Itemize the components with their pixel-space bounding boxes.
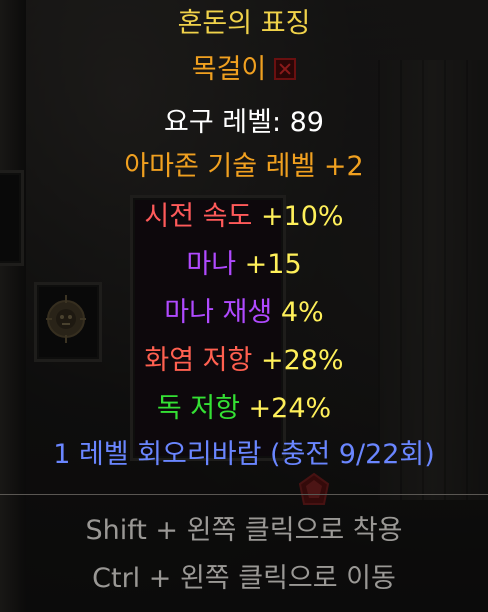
stat-label: 마나 재생 — [164, 297, 273, 328]
item-tooltip: 혼돈의 표징 목걸이 요구 레벨: 89 아마존 기술 레벨 +2 시전 속도 … — [0, 0, 488, 612]
close-icon — [274, 58, 297, 80]
stat-value: +28% — [260, 345, 344, 376]
stat-label: 화염 저항 — [144, 345, 253, 376]
stat-mana-regen: 마나 재생 4% — [0, 295, 488, 331]
hint-move-text: Ctrl + 왼쪽 클릭으로 이동 — [92, 563, 396, 594]
stat-label: 시전 속도 — [144, 201, 253, 232]
tooltip-divider — [0, 494, 488, 495]
hint-equip-text: Shift + 왼쪽 클릭으로 착용 — [85, 515, 403, 546]
stat-value: +10% — [260, 201, 344, 232]
stat-fire-resist: 화염 저항 +28% — [0, 343, 488, 379]
item-type: 목걸이 — [0, 52, 488, 88]
item-name: 혼돈의 표징 — [0, 6, 488, 42]
skill-bonus: 아마존 기술 레벨 +2 — [0, 149, 488, 185]
stat-mana: 마나 +15 — [0, 247, 488, 283]
hint-move: Ctrl + 왼쪽 클릭으로 이동 — [0, 561, 488, 597]
stat-poison-resist: 독 저항 +24% — [0, 391, 488, 427]
skill-charges: 1 레벨 회오리바람 (충전 9/22회) — [0, 437, 488, 473]
stat-value: 4% — [280, 297, 324, 328]
skill-charges-text: 1 레벨 회오리바람 (충전 9/22회) — [53, 439, 435, 470]
stat-value: +15 — [244, 249, 302, 280]
skill-bonus-text: 아마존 기술 레벨 +2 — [124, 151, 364, 182]
hint-equip: Shift + 왼쪽 클릭으로 착용 — [0, 513, 488, 549]
item-type-text: 목걸이 — [191, 54, 267, 85]
level-requirement: 요구 레벨: 89 — [0, 105, 488, 141]
stat-value: +24% — [248, 393, 332, 424]
item-name-text: 혼돈의 표징 — [177, 8, 311, 39]
stat-label: 마나 — [186, 249, 237, 280]
stat-cast-speed: 시전 속도 +10% — [0, 199, 488, 235]
level-requirement-text: 요구 레벨: 89 — [164, 107, 324, 138]
stat-label: 독 저항 — [156, 393, 240, 424]
